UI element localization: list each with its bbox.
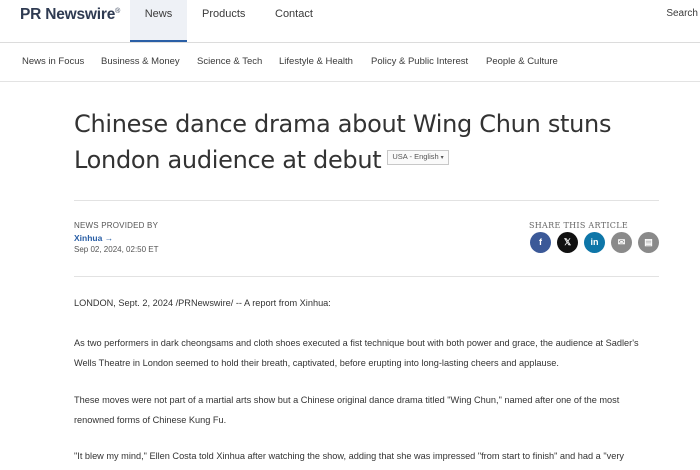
chevron-down-icon: ▾ bbox=[440, 154, 444, 161]
search-link[interactable]: Search bbox=[666, 0, 698, 28]
language-select[interactable]: USA - English ▾ bbox=[387, 149, 449, 165]
paragraph-1: As two performers in dark cheongsams and… bbox=[74, 338, 639, 368]
share-article-label: SHARE THIS ARTICLE bbox=[529, 221, 628, 230]
paragraph-2: These moves were not part of a martial a… bbox=[74, 395, 620, 425]
paragraph-dateline: LONDON, Sept. 2, 2024 /PRNewswire/ -- A … bbox=[74, 298, 331, 308]
nav-item-products[interactable]: Products bbox=[202, 0, 245, 42]
top-navigation-bar: PR Newswire® News Products Contact Searc… bbox=[0, 0, 700, 43]
pr-newswire-logo[interactable]: PR Newswire® bbox=[20, 6, 120, 24]
article-title: Chinese dance drama about Wing Chun stun… bbox=[74, 106, 634, 178]
divider-top bbox=[74, 200, 659, 201]
divider-bottom bbox=[74, 276, 659, 277]
category-business-money[interactable]: Business & Money bbox=[101, 43, 180, 81]
provider-link[interactable]: Xinhua → bbox=[74, 233, 113, 243]
facebook-icon[interactable]: f bbox=[530, 232, 551, 253]
x-icon[interactable]: 𝕏 bbox=[557, 232, 578, 253]
email-icon[interactable]: ✉ bbox=[611, 232, 632, 253]
category-science-tech[interactable]: Science & Tech bbox=[197, 43, 262, 81]
category-navigation-bar: News in Focus Business & Money Science &… bbox=[0, 43, 700, 82]
logo-text: PR Newswire bbox=[20, 6, 116, 23]
print-icon[interactable]: ▤ bbox=[638, 232, 659, 253]
nav-item-contact[interactable]: Contact bbox=[275, 0, 313, 42]
category-people-culture[interactable]: People & Culture bbox=[486, 43, 558, 81]
publish-date: Sep 02, 2024, 02:50 ET bbox=[74, 245, 159, 254]
paragraph-3: "It blew my mind," Ellen Costa told Xinh… bbox=[74, 451, 624, 461]
arrow-right-icon: → bbox=[104, 233, 114, 243]
provider-name: Xinhua bbox=[74, 233, 103, 243]
category-news-in-focus[interactable]: News in Focus bbox=[22, 43, 84, 81]
language-select-value: USA - English bbox=[392, 151, 439, 161]
article-title-text: Chinese dance drama about Wing Chun stun… bbox=[74, 110, 612, 174]
logo-registered-mark: ® bbox=[115, 7, 121, 15]
category-lifestyle-health[interactable]: Lifestyle & Health bbox=[279, 43, 353, 81]
category-policy-public-interest[interactable]: Policy & Public Interest bbox=[371, 43, 468, 81]
news-provided-by-label: NEWS PROVIDED BY bbox=[74, 221, 159, 230]
linkedin-icon[interactable]: in bbox=[584, 232, 605, 253]
nav-item-news[interactable]: News bbox=[130, 0, 187, 42]
